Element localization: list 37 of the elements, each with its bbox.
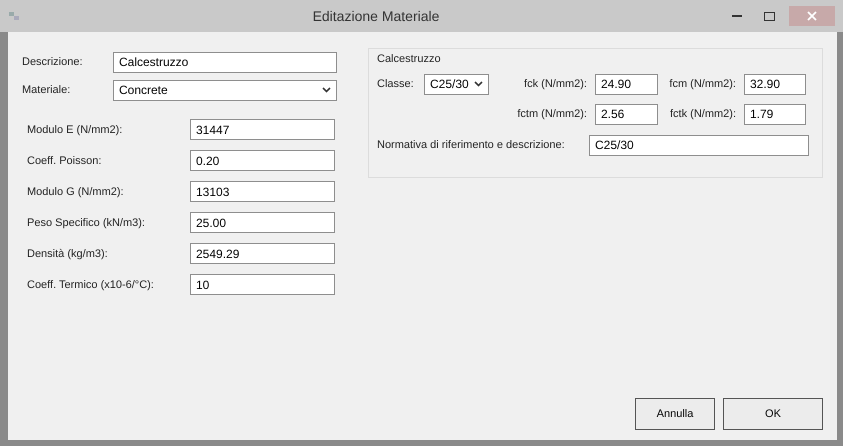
chevron-down-icon xyxy=(474,81,483,87)
input-field[interactable]: 31447 xyxy=(190,119,335,140)
dropdown[interactable]: Concrete xyxy=(113,80,337,100)
field-label: Descrizione: xyxy=(22,56,84,68)
field-label: Normativa di riferimento e descrizione: xyxy=(377,139,566,151)
input-field[interactable]: 10 xyxy=(190,274,335,295)
app-icon xyxy=(8,10,20,22)
field-label: Coeff. Poisson: xyxy=(26,154,102,166)
field-label: Materiale: xyxy=(22,84,72,96)
field-label: Classe: xyxy=(377,78,415,90)
group-title: Calcestruzzo xyxy=(377,53,442,65)
input-field[interactable]: 24.90 xyxy=(595,74,658,94)
ok-button[interactable]: OK xyxy=(723,398,823,430)
minimize-icon[interactable] xyxy=(732,14,742,18)
field-label: Modulo G (N/mm2): xyxy=(26,186,125,198)
field-label: fcm (N/mm2): xyxy=(668,78,736,90)
maximize-icon[interactable] xyxy=(764,12,775,20)
field-label: Peso Specifico (kN/m3): xyxy=(26,216,146,228)
field-label: fck (N/mm2): xyxy=(523,78,587,90)
input-field[interactable]: 2549.29 xyxy=(190,243,335,264)
field-label: Densità (kg/m3): xyxy=(26,248,109,260)
field-label: Coeff. Termico (x10-6/°C): xyxy=(26,278,155,290)
input-field[interactable]: 25.00 xyxy=(190,212,335,233)
input-field[interactable]: Calcestruzzo xyxy=(113,52,337,72)
input-field[interactable]: 32.90 xyxy=(744,74,806,94)
cancel-button[interactable]: Annulla xyxy=(635,398,715,430)
chevron-down-icon xyxy=(322,87,331,93)
input-field[interactable]: 13103 xyxy=(190,181,335,202)
dropdown[interactable]: C25/30 xyxy=(424,74,489,94)
input-field[interactable]: C25/30 xyxy=(589,134,809,156)
window-title: Editazione Materiale xyxy=(312,8,440,24)
field-label: Modulo E (N/mm2): xyxy=(26,124,124,136)
input-field[interactable]: 2.56 xyxy=(595,104,658,124)
field-label: fctk (N/mm2): xyxy=(669,108,736,120)
input-field[interactable]: 0.20 xyxy=(190,150,335,171)
input-field[interactable]: 1.79 xyxy=(744,104,806,124)
field-label: fctm (N/mm2): xyxy=(517,108,587,120)
